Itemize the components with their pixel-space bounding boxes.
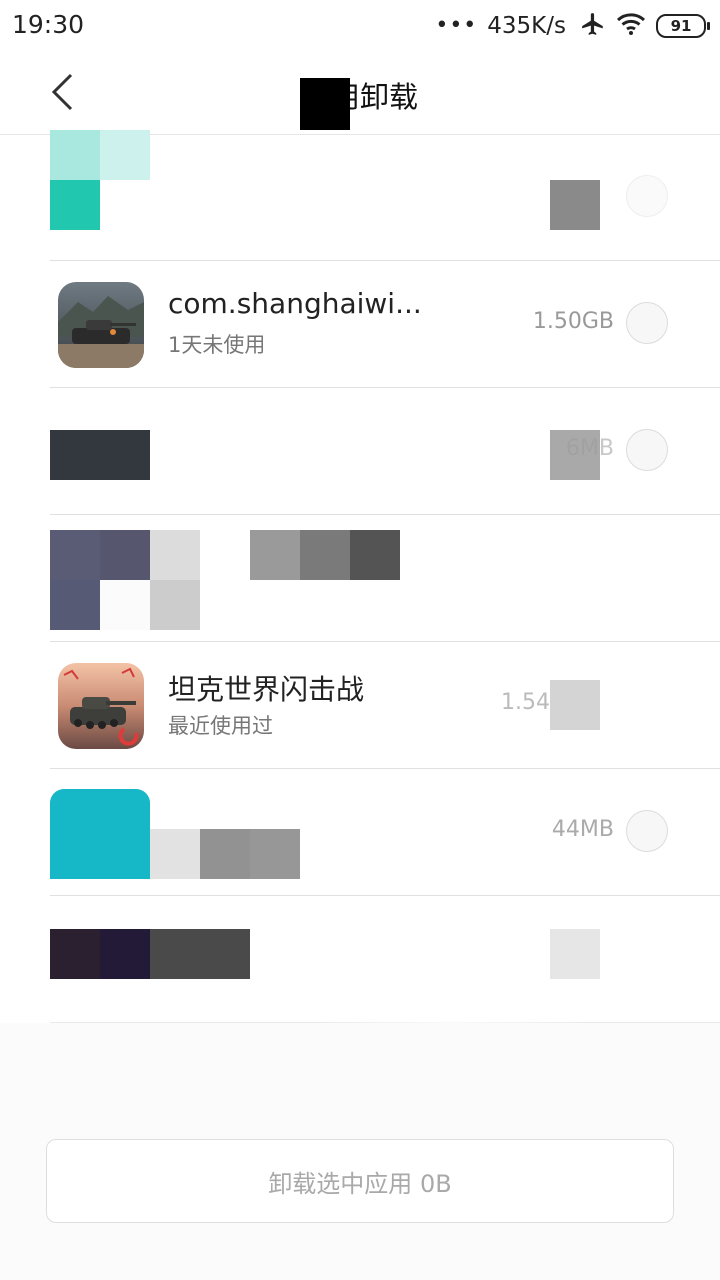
wifi-icon [616,12,646,40]
status-indicators: ••• 435K/s 91 [435,10,710,42]
list-item[interactable] [0,515,720,642]
uninstall-selected-button[interactable]: 卸载选中应用 0B [46,1139,674,1223]
app-header: 应用卸载 [0,52,720,135]
select-checkbox[interactable] [626,175,668,217]
app-list: com.shanghaiwi... 1天未使用 1.50GB 6MB [0,130,720,1023]
app-last-used: 最近使用过 [168,714,273,738]
status-bar: 19:30 ••• 435K/s 91 [0,0,720,52]
cyan-app-icon [50,789,150,879]
select-checkbox[interactable] [626,810,668,852]
redacted-name [150,829,300,879]
list-item[interactable]: 6MB [0,388,720,515]
app-size: 1.50GB [532,309,614,334]
app-name: 坦克世界闪击战 [168,673,365,706]
list-item[interactable]: 44MB [0,769,720,896]
more-dots: ••• [435,13,478,38]
airplane-icon [580,11,606,41]
world-of-tanks-blitz-icon [58,663,144,749]
redacted-icon [50,130,150,230]
redacted-icon [50,430,150,480]
redacted-icon [50,530,200,630]
redaction-block [300,78,350,130]
redacted-size [550,180,600,230]
app-size: 1.54 [501,690,550,715]
app-size: 44MB [551,817,614,842]
select-checkbox[interactable] [626,302,668,344]
redacted-size [550,929,600,979]
redacted-name [250,530,400,580]
list-item[interactable] [0,130,720,261]
app-name: com.shanghaiwi... [168,287,422,320]
battery-icon: 91 [656,14,710,38]
redacted-size [550,680,600,730]
app-last-used: 1天未使用 [168,333,266,357]
network-speed: 435K/s [487,13,566,39]
list-item[interactable]: 坦克世界闪击战 最近使用过 1.54 [0,642,720,769]
list-item[interactable] [0,896,720,1023]
select-checkbox[interactable] [626,429,668,471]
page-title: 应用卸载 [301,80,418,114]
status-time: 19:30 [12,10,85,39]
bottom-panel: 卸载选中应用 0B [0,1023,720,1280]
list-item[interactable]: com.shanghaiwi... 1天未使用 1.50GB [0,261,720,388]
redacted-size [550,430,600,480]
game-tank-icon [58,282,144,368]
redacted-icon [50,929,250,979]
